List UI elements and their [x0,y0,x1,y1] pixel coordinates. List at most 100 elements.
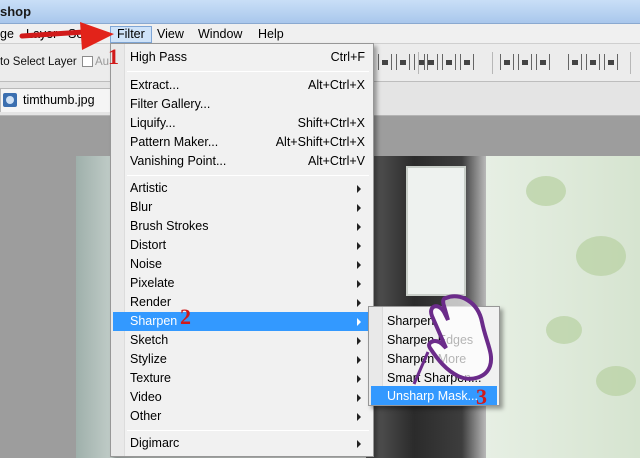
menu-item-label: Render [130,295,171,309]
submenu-arrow-icon [357,375,361,383]
menu-item-label: Filter Gallery... [130,97,211,111]
distribute-right-icon[interactable] [604,54,618,70]
menu-item-shortcut: Alt+Shift+Ctrl+X [275,135,365,149]
submenu-arrow-icon [357,242,361,250]
photo-window [406,166,466,296]
menu-item-label: Extract... [130,78,180,92]
menu-separator [127,71,369,72]
photo-leaf [576,236,626,276]
menu-item-blur[interactable]: Blur [113,198,371,217]
menu-item-brush-strokes[interactable]: Brush Strokes [113,217,371,236]
menu-window[interactable]: Window [192,26,248,43]
menu-item-pattern-maker[interactable]: Pattern Maker... Alt+Shift+Ctrl+X [113,133,371,152]
menu-item-filter-gallery[interactable]: Filter Gallery... [113,95,371,114]
menu-item-sharpen[interactable]: Sharpen [113,312,371,331]
auto-label: Au [95,56,110,68]
toolbar-divider [418,52,419,74]
menu-item-digimarc[interactable]: Digimarc [113,434,371,453]
title-bar: shop [0,0,640,24]
align-top-icon[interactable] [378,54,392,70]
submenu-arrow-icon [357,204,361,212]
distribute-group-1 [500,54,550,72]
distribute-group-2 [568,54,618,72]
submenu-arrow-icon [357,356,361,364]
menu-item-high-pass[interactable]: High Pass Ctrl+F [113,48,371,67]
photo-leaf [596,366,636,396]
window-title: shop [0,4,32,19]
menu-item-shortcut: Ctrl+F [330,50,365,64]
submenu-arrow-icon [357,299,361,307]
menu-item-shortcut: Alt+Ctrl+X [308,78,365,92]
filter-menu: High Pass Ctrl+F Extract... Alt+Ctrl+X F… [110,43,374,457]
menu-item-label: Artistic [130,181,168,195]
auto-select-label: to Select Layer [0,56,77,68]
menu-item-label: Vanishing Point... [130,154,227,168]
menu-item-shortcut: Alt+Ctrl+V [308,154,365,168]
toolbar-divider [630,52,631,74]
submenu-arrow-icon [357,318,361,326]
align-vcenter-icon[interactable] [396,54,410,70]
menu-item-extract[interactable]: Extract... Alt+Ctrl+X [113,76,371,95]
menu-item-shortcut: Shift+Ctrl+X [297,116,365,130]
menu-item-label: Stylize [130,352,167,366]
distribute-left-icon[interactable] [568,54,582,70]
menu-help[interactable]: Help [252,26,290,43]
menu-item-stylize[interactable]: Stylize [113,350,371,369]
submenu-arrow-icon [357,280,361,288]
menu-item-label: High Pass [130,50,187,64]
menu-item-texture[interactable]: Texture [113,369,371,388]
submenu-arrow-icon [357,185,361,193]
menu-item-label: Sharpen [130,314,178,328]
align-right-icon[interactable] [460,54,474,70]
toolbar-divider [492,52,493,74]
menu-item-label: Pattern Maker... [130,135,219,149]
menu-item-label: Sketch [130,333,169,347]
menu-item-label: Liquify... [130,116,176,130]
photo-leaf [546,316,582,344]
menu-item-label: Brush Strokes [130,219,209,233]
menu-item-other[interactable]: Other [113,407,371,426]
pointing-hand-icon [412,294,493,385]
menu-item-render[interactable]: Render [113,293,371,312]
menu-item-label: Noise [130,257,162,271]
menu-item-label: Video [130,390,162,404]
align-left-icon[interactable] [424,54,438,70]
menu-item-label: Blur [130,200,153,214]
submenu-arrow-icon [357,337,361,345]
photo-leaf [526,176,566,206]
menu-item-sketch[interactable]: Sketch [113,331,371,350]
distribute-top-icon[interactable] [500,54,514,70]
menu-item-label: Digimarc [130,436,180,450]
document-image-icon [3,93,17,107]
step-2-label: 2 [180,304,191,329]
menu-item-distort[interactable]: Distort [113,236,371,255]
submenu-arrow-icon [357,223,361,231]
align-hcenter-icon[interactable] [442,54,456,70]
distribute-bottom-icon[interactable] [536,54,550,70]
menu-item-vanishing-point[interactable]: Vanishing Point... Alt+Ctrl+V [113,152,371,171]
menu-item-liquify[interactable]: Liquify... Shift+Ctrl+X [113,114,371,133]
menu-item-artistic[interactable]: Artistic [113,179,371,198]
submenu-arrow-icon [357,261,361,269]
menu-item-pixelate[interactable]: Pixelate [113,274,371,293]
align-group-2 [424,54,474,72]
step-1-label: 1 [108,44,119,69]
align-group-1 [378,54,428,72]
auto-checkbox[interactable] [82,56,93,67]
menu-item-label: Pixelate [130,276,175,290]
menu-item-noise[interactable]: Noise [113,255,371,274]
menu-item-video[interactable]: Video [113,388,371,407]
menu-separator [127,430,369,431]
menu-separator [127,175,369,176]
submenu-arrow-icon [357,394,361,402]
distribute-hcenter-icon[interactable] [586,54,600,70]
menu-item-label: Other [130,409,162,423]
document-name: timthumb.jpg [23,93,95,107]
distribute-vcenter-icon[interactable] [518,54,532,70]
red-arrow-icon [19,22,114,50]
menu-view[interactable]: View [151,26,190,43]
menu-item-label: Distort [130,238,167,252]
menu-item-label: Texture [130,371,171,385]
submenu-arrow-icon [357,413,361,421]
submenu-arrow-icon [357,440,361,448]
